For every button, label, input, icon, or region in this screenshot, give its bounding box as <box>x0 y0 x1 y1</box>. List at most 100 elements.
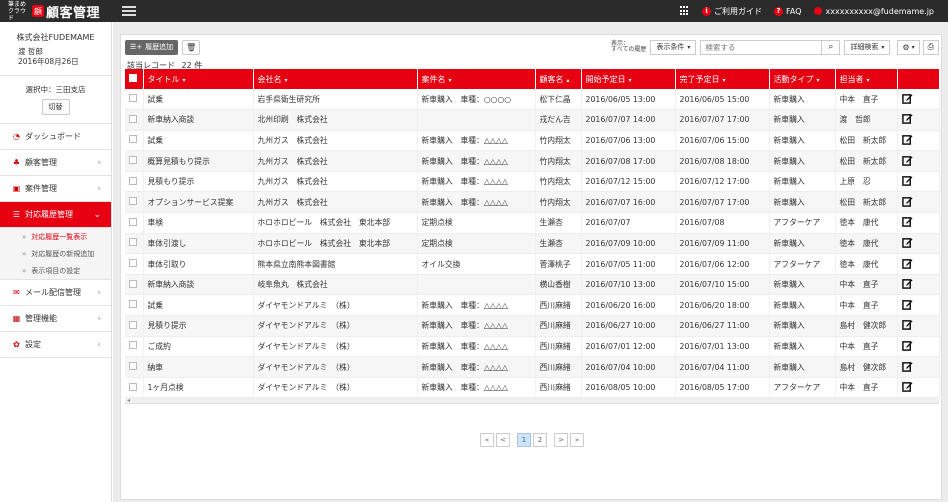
edit-icon[interactable] <box>901 196 913 207</box>
sidebar-item-customers[interactable]: ♣ 顧客管理 ‹ <box>0 150 111 176</box>
header-label: タイトル <box>147 74 180 84</box>
edit-icon[interactable] <box>901 113 913 125</box>
row-checkbox[interactable] <box>129 197 137 206</box>
select-all-checkbox[interactable] <box>129 74 137 82</box>
cell-customer: 竹内翔太 <box>535 171 582 193</box>
header-start-date[interactable]: 開始予定日 ▾ <box>581 69 676 89</box>
table-row[interactable]: 見積もり提示 九州ガス 株式会社 新車購入 車種：△△△△ 竹内翔太 2016/07/1… <box>125 171 940 193</box>
table-row[interactable]: 新車納入商談 岐阜魚丸 株式会社 横山香樹 2016/07/10 13:00 2016/… <box>125 274 940 296</box>
user-menu[interactable]: xxxxxxxxxx@fudemame.jp <box>813 7 934 16</box>
table-row[interactable]: 車検 ホロホロビール 株式会社 東北本部 定期点検 生瀬杏 2016/07/07 2016… <box>125 212 940 234</box>
header-activity-type[interactable]: 活動タイプ ▾ <box>769 69 836 89</box>
cell-case: 新車購入 車種：△△△△ <box>417 336 536 358</box>
edit-icon[interactable] <box>901 299 913 310</box>
search-button[interactable]: ⌕ <box>822 39 841 55</box>
cell-title: 新車納入商談 <box>143 109 254 131</box>
print-button[interactable]: ⎙ <box>922 39 939 55</box>
table-row[interactable]: 試乗 ダイヤモンドアルミ （株） 新車購入 車種：△△△△ 西川麻緒 2016/06/2… <box>125 294 940 317</box>
edit-icon[interactable] <box>901 361 913 372</box>
row-checkbox[interactable] <box>129 135 137 144</box>
table-row[interactable]: 車体引取り 熊本県立南熊本図書館 オイル交換 菅澤桃子 2016/07/05 11:00… <box>125 253 940 275</box>
faq-link[interactable]: ? FAQ <box>774 6 802 16</box>
cell-activity-type: 新車購入 <box>769 191 836 214</box>
table-row[interactable]: 見積り提示 ダイヤモンドアルミ （株） 新車購入 車種：△△△△ 西川麻緒 2016/0… <box>125 315 940 337</box>
table-row[interactable]: 試乗 九州ガス 株式会社 新車購入 車種：△△△△ 竹内翔太 2016/07/06 13… <box>125 130 940 152</box>
sidebar-item-label: 対応履歴管理 <box>25 210 73 219</box>
display-condition-dropdown[interactable]: 表示条件 ▾ <box>650 39 697 55</box>
row-checkbox[interactable] <box>129 341 137 350</box>
sidebar-item-mail[interactable]: ✉ メール配信管理 ‹ <box>0 280 111 306</box>
edit-icon[interactable] <box>901 93 913 104</box>
cell-start-date: 2016/07/07 14:00 <box>581 109 676 131</box>
edit-icon[interactable] <box>901 340 913 351</box>
prev-page-button[interactable]: < <box>496 433 510 447</box>
header-title[interactable]: タイトル ▾ <box>143 69 254 89</box>
submenu-item-history-new[interactable]: » 対応履歴の新規追加 <box>0 245 111 262</box>
switch-branch-button[interactable]: 切替 <box>41 99 70 115</box>
table-row[interactable]: 概算見積もり提示 九州ガス 株式会社 新車購入 車種：△△△△ 竹内翔太 2016/07… <box>125 150 940 172</box>
apps-grid-button[interactable] <box>680 6 690 16</box>
guide-link[interactable]: i ご利用ガイド <box>702 6 762 17</box>
add-history-button[interactable]: ☰+ 履歴追加 <box>125 39 179 55</box>
row-checkbox[interactable] <box>129 382 137 391</box>
header-end-date[interactable]: 完了予定日 ▾ <box>675 69 770 89</box>
app-logo[interactable]: 筆まめクラウド 顧 顧客管理 <box>0 1 118 22</box>
row-checkbox[interactable] <box>129 217 137 226</box>
table-row[interactable]: 納車 ダイヤモンドアルミ （株） 新車購入 車種：△△△△ 西川麻緒 2016/07/0… <box>125 356 940 378</box>
edit-icon[interactable] <box>901 237 913 248</box>
edit-icon[interactable] <box>901 155 913 166</box>
edit-icon[interactable] <box>901 216 913 228</box>
table-row[interactable]: 新車納入商談 北州印刷 株式会社 戎だん吉 2016/07/07 14:00 2016/… <box>125 109 940 131</box>
page-button-1[interactable]: 1 <box>517 433 531 447</box>
sidebar-item-dashboard[interactable]: ◔ ダッシュボード <box>0 124 111 150</box>
last-page-button[interactable]: » <box>570 433 584 447</box>
table-row[interactable]: オプションサービス提案 九州ガス 株式会社 新車購入 車種：△△△△ 竹内翔太 2016… <box>125 191 940 214</box>
header-case[interactable]: 案件名 ▾ <box>417 69 536 89</box>
settings-dropdown[interactable]: ⚙ ▾ <box>897 39 920 55</box>
edit-icon[interactable] <box>901 134 913 145</box>
header-company[interactable]: 会社名 ▾ <box>253 69 418 89</box>
search-input[interactable] <box>700 39 823 55</box>
sidebar-item-cases[interactable]: ▣ 案件管理 ‹ <box>0 176 111 202</box>
hamburger-menu-icon[interactable] <box>122 6 136 16</box>
edit-icon[interactable] <box>901 278 913 289</box>
advanced-search-dropdown[interactable]: 詳細検索 ▾ <box>844 39 891 55</box>
row-checkbox[interactable] <box>129 320 137 329</box>
cell-case: 定期点検 <box>417 233 536 255</box>
row-checkbox[interactable] <box>129 238 137 247</box>
sidebar-item-admin[interactable]: ▦ 管理機能 ‹ <box>0 306 111 332</box>
edit-icon[interactable] <box>901 319 913 331</box>
horizontal-scrollbar[interactable]: ◂ <box>125 397 939 405</box>
table-row[interactable]: 1ヶ月点検 ダイヤモンドアルミ （株） 新車購入 車種：△△△△ 西川麻緒 2016/0… <box>125 377 940 399</box>
table-row[interactable]: 車体引渡し ホロホロビール 株式会社 東北本部 定期点検 生瀬杏 2016/07/09 … <box>125 233 940 255</box>
sidebar: 株式会社FUDEMAME 渡 哲郎 2016年08月26日 選択中：三田支店 切… <box>0 22 112 502</box>
row-checkbox[interactable] <box>129 176 137 185</box>
delete-button[interactable]: 🗑 <box>182 39 201 55</box>
sidebar-item-settings[interactable]: ✿ 設定 ‹ <box>0 332 111 358</box>
cell-assignee: 中本 直子 <box>835 294 898 317</box>
header-customer[interactable]: 顧客名 ▴ <box>535 69 582 89</box>
first-page-button[interactable]: « <box>480 433 494 447</box>
submenu-item-history-list[interactable]: » 対応履歴一覧表示 <box>0 228 111 245</box>
row-checkbox[interactable] <box>129 259 137 268</box>
row-checkbox[interactable] <box>129 156 137 165</box>
row-checkbox[interactable] <box>129 94 137 103</box>
edit-icon[interactable] <box>901 175 913 186</box>
edit-cell <box>897 89 940 111</box>
table-row[interactable]: ご成約 ダイヤモンドアルミ （株） 新車購入 車種：△△△△ 西川麻緒 2016/07/… <box>125 336 940 358</box>
row-checkbox[interactable] <box>129 300 137 309</box>
row-checkbox[interactable] <box>129 279 137 288</box>
row-checkbox[interactable] <box>129 114 137 123</box>
page-button-2[interactable]: 2 <box>533 433 547 447</box>
table-row[interactable]: 試乗 岩手県衛生研究所 新車購入 車種：○○○○ 松下仁晶 2016/06/05 13:… <box>125 89 940 111</box>
next-page-button[interactable]: > <box>554 433 568 447</box>
header-assignee[interactable]: 担当者 ▾ <box>835 69 898 89</box>
cell-case <box>417 109 536 131</box>
edit-icon[interactable] <box>901 258 913 269</box>
toolbar-right: 表示： すべての履歴 表示条件 ▾ ⌕ 詳細検索 ▾ ⚙ ▾ <box>611 39 939 55</box>
cell-customer: 竹内翔太 <box>535 150 582 172</box>
submenu-item-display-settings[interactable]: » 表示項目の設定 <box>0 262 111 279</box>
row-checkbox[interactable] <box>129 362 137 371</box>
sidebar-item-history[interactable]: ☰ 対応履歴管理 ⌄ <box>0 202 111 228</box>
edit-icon[interactable] <box>901 381 913 392</box>
